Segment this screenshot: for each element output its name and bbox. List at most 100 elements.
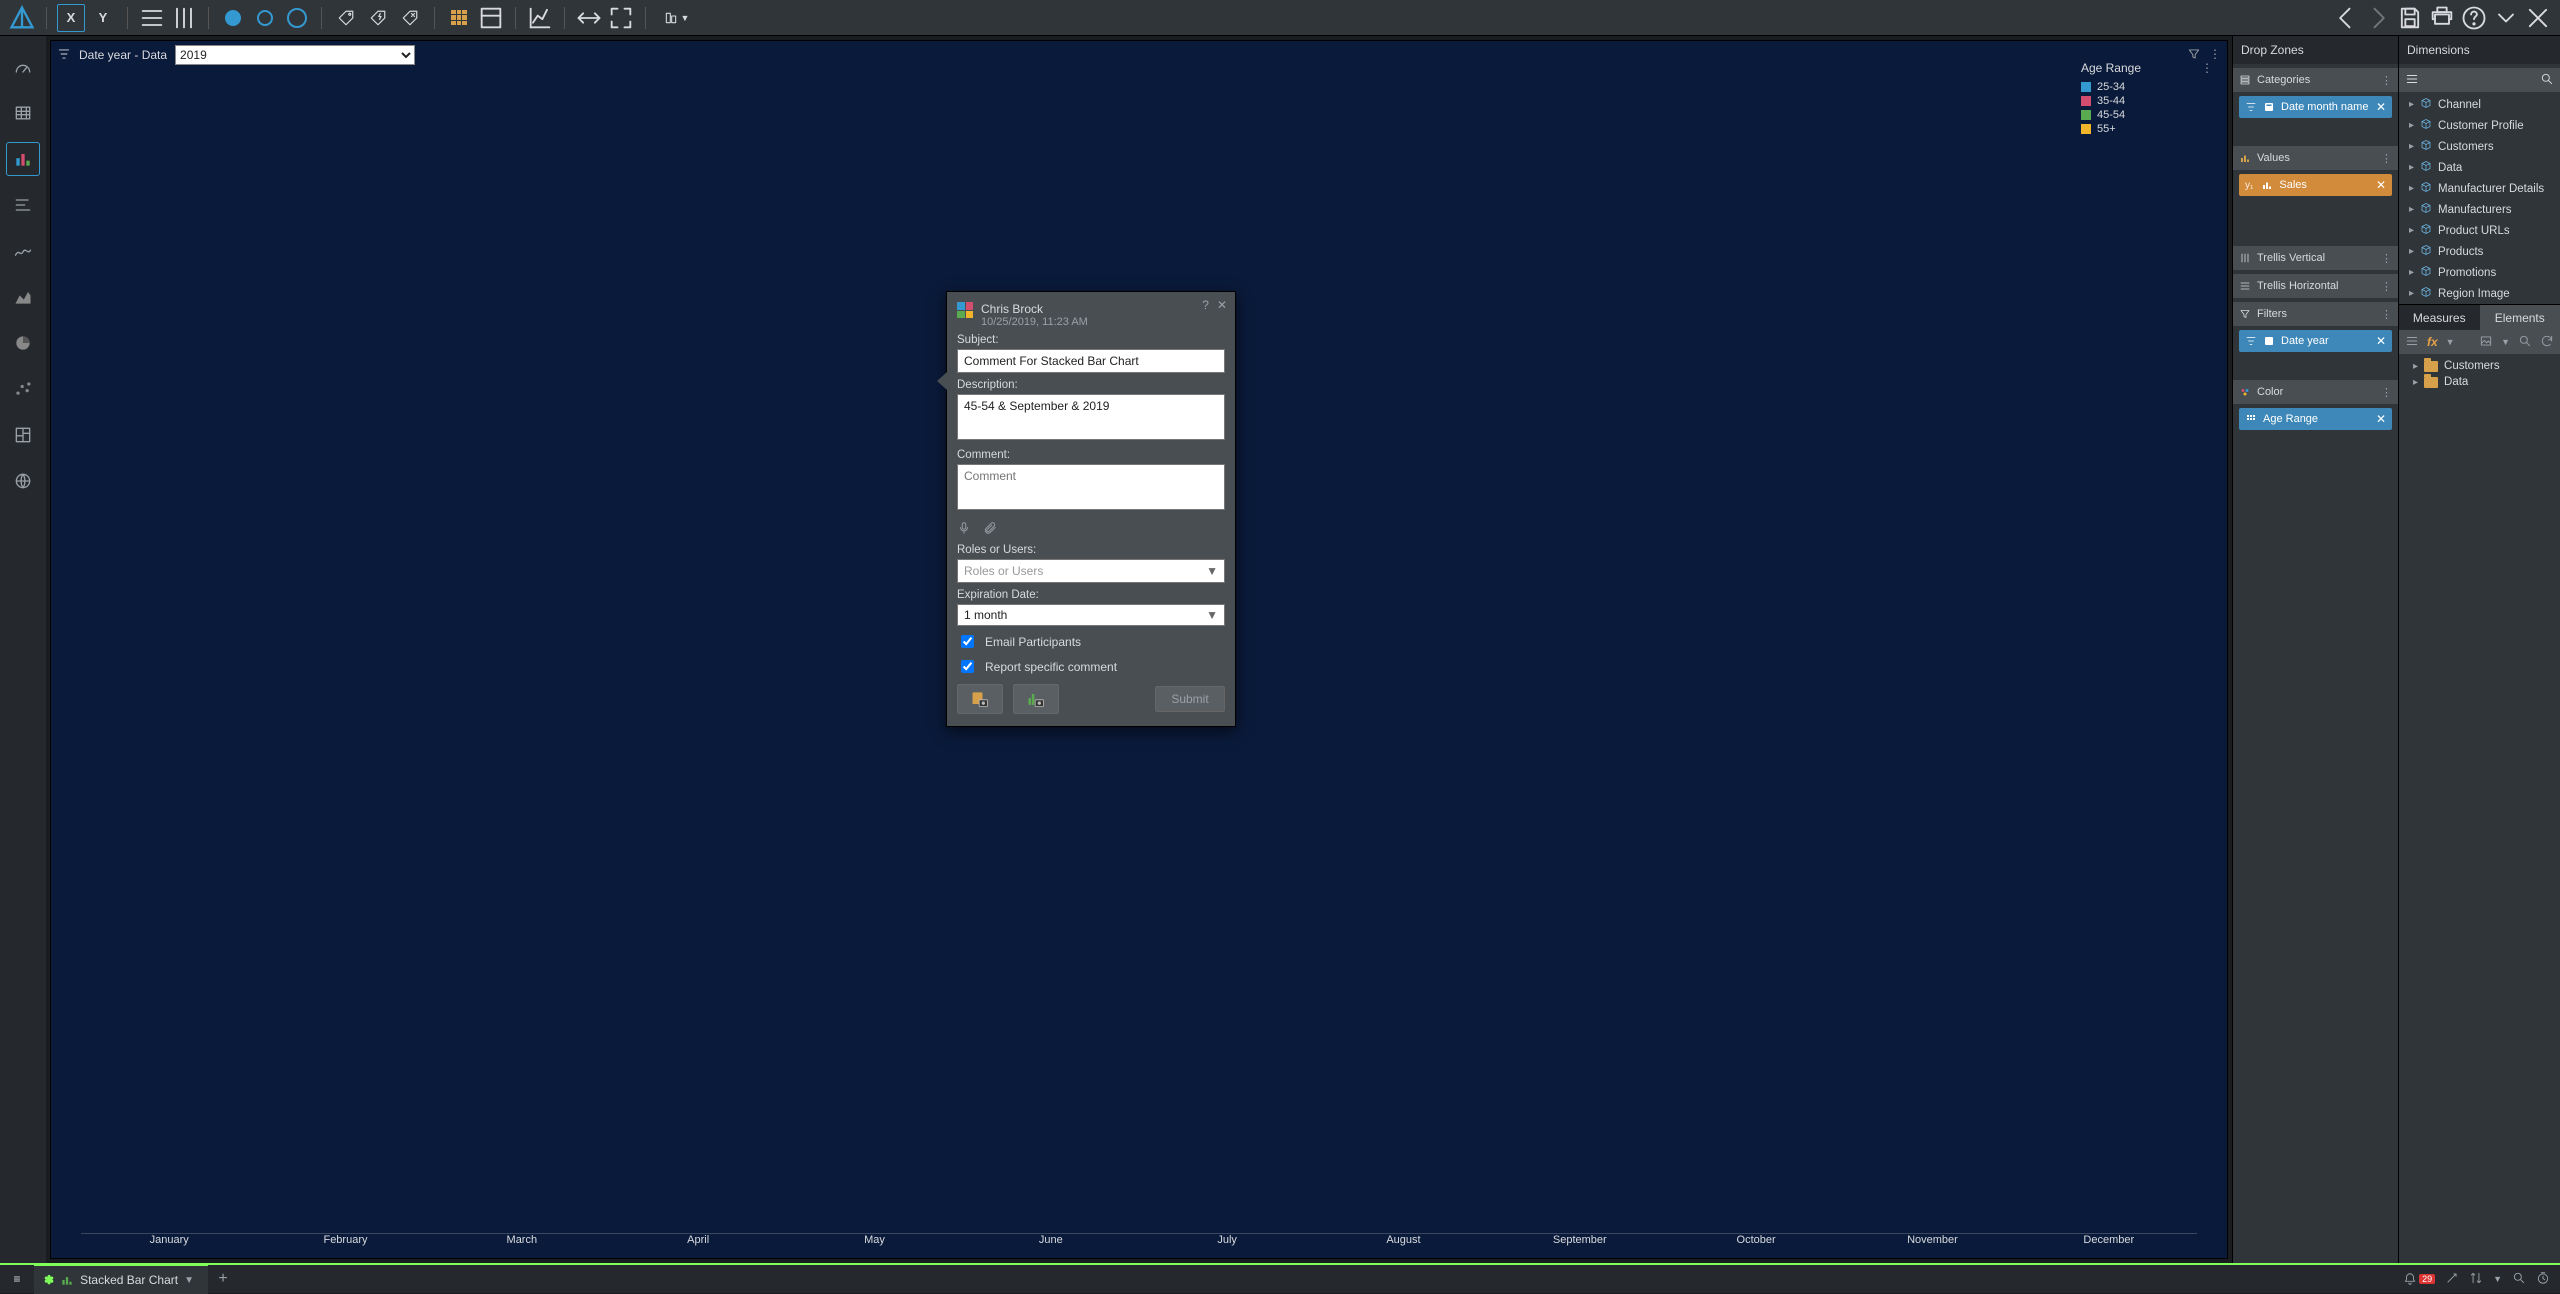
dz-color-chip[interactable]: Age Range✕: [2239, 408, 2392, 430]
dz-categories-chip[interactable]: Date month name✕: [2239, 96, 2392, 118]
dz-values-head[interactable]: Values⋮: [2233, 146, 2398, 170]
dimension-item[interactable]: ▸Customers: [2399, 136, 2560, 157]
axis-x-button[interactable]: X: [57, 4, 85, 32]
nav-line-icon[interactable]: [6, 234, 40, 268]
snapshot-data-button[interactable]: [957, 684, 1003, 714]
nav-back-icon[interactable]: [2332, 4, 2360, 32]
popup-help-icon[interactable]: ?: [1202, 298, 1209, 312]
el-image-icon[interactable]: [2479, 334, 2493, 351]
dim-search-icon[interactable]: [2540, 72, 2554, 89]
workspace: Date year - Data 2019 ⋮ Age Range ⋮ 25-3…: [0, 36, 2560, 1263]
dimension-item[interactable]: ▸Promotions: [2399, 262, 2560, 283]
list-icon[interactable]: [138, 4, 166, 32]
comment-input[interactable]: [957, 464, 1225, 510]
attach-icon[interactable]: [983, 521, 997, 538]
dimension-item[interactable]: ▸Region Image: [2399, 283, 2560, 304]
description-input[interactable]: [957, 394, 1225, 440]
dz-trellis-h-head[interactable]: Trellis Horizontal⋮: [2233, 274, 2398, 298]
frame-tool-icon[interactable]: [477, 4, 505, 32]
nav-area-icon[interactable]: [6, 280, 40, 314]
dz-filters-head[interactable]: Filters⋮: [2233, 302, 2398, 326]
axis-y-button[interactable]: Y: [89, 4, 117, 32]
legend-swatch: [2081, 82, 2091, 92]
status-search-icon[interactable]: [2512, 1271, 2526, 1288]
nav-pie-icon[interactable]: [6, 326, 40, 360]
print-icon[interactable]: [2428, 4, 2456, 32]
nav-globe-icon[interactable]: [6, 464, 40, 498]
close-app-icon[interactable]: [2524, 4, 2552, 32]
el-image-chevron-icon[interactable]: ▼: [2501, 337, 2510, 347]
submit-button[interactable]: Submit: [1155, 686, 1225, 712]
dimension-item[interactable]: ▸Channel: [2399, 94, 2560, 115]
dimension-label: Manufacturer Details: [2438, 183, 2544, 195]
dimension-item[interactable]: ▸Data: [2399, 157, 2560, 178]
nav-bar-icon[interactable]: [6, 142, 40, 176]
nav-table-icon[interactable]: [6, 96, 40, 130]
year-select[interactable]: 2019: [175, 45, 415, 65]
el-fx-icon[interactable]: fx: [2427, 335, 2438, 349]
elements-tab[interactable]: Elements: [2480, 305, 2560, 330]
sheet-tab-chevron-icon[interactable]: ▼: [184, 1275, 194, 1286]
email-participants-checkbox[interactable]: [961, 635, 974, 648]
legend-item[interactable]: 25-34: [2081, 81, 2213, 93]
align-dropdown-icon[interactable]: ▼: [656, 4, 696, 32]
dz-filters-chip[interactable]: Date year✕: [2239, 330, 2392, 352]
add-sheet-button[interactable]: +: [208, 1270, 238, 1288]
nav-gauge-icon[interactable]: [6, 50, 40, 84]
legend-item[interactable]: 35-44: [2081, 95, 2213, 107]
dimension-item[interactable]: ▸Customer Profile: [2399, 115, 2560, 136]
el-refresh-icon[interactable]: [2540, 334, 2554, 351]
element-tree-item[interactable]: ▸Customers: [2399, 358, 2560, 374]
status-notif-icon[interactable]: 29: [2403, 1272, 2435, 1286]
dimension-item[interactable]: ▸Products: [2399, 241, 2560, 262]
el-search-icon[interactable]: [2518, 334, 2532, 351]
dim-list-icon[interactable]: [2405, 72, 2419, 89]
legend-item[interactable]: 55+: [2081, 123, 2213, 135]
status-wand-icon[interactable]: [2445, 1271, 2459, 1288]
tag-add-icon[interactable]: [332, 4, 360, 32]
save-icon[interactable]: [2396, 4, 2424, 32]
dimension-item[interactable]: ▸Manufacturer Details: [2399, 178, 2560, 199]
element-tree-item[interactable]: ▸Data: [2399, 374, 2560, 390]
tag-remove-icon[interactable]: [396, 4, 424, 32]
point-outline-icon[interactable]: [251, 4, 279, 32]
sheet-tab[interactable]: ✽ Stacked Bar Chart ▼: [34, 1264, 208, 1294]
cube-icon: [2420, 160, 2432, 175]
grid-tool-icon[interactable]: [445, 4, 473, 32]
tag-flash-icon[interactable]: [364, 4, 392, 32]
dimension-item[interactable]: ▸Product URLs: [2399, 220, 2560, 241]
legend-more-icon[interactable]: ⋮: [2201, 61, 2213, 75]
snapshot-chart-button[interactable]: [1013, 684, 1059, 714]
dimension-item[interactable]: ▸Manufacturers: [2399, 199, 2560, 220]
el-list-icon[interactable]: [2405, 334, 2419, 351]
point-fill-icon[interactable]: [219, 4, 247, 32]
fit-width-icon[interactable]: [575, 4, 603, 32]
el-fx-chevron-icon[interactable]: ▼: [2446, 337, 2455, 347]
fit-screen-icon[interactable]: [607, 4, 635, 32]
menu-chevron-icon[interactable]: [2492, 4, 2520, 32]
dz-color-head[interactable]: Color⋮: [2233, 380, 2398, 404]
nav-hbar-icon[interactable]: [6, 188, 40, 222]
legend-item[interactable]: 45-54: [2081, 109, 2213, 121]
roles-select[interactable]: Roles or Users▼: [957, 559, 1225, 583]
mic-icon[interactable]: [957, 521, 971, 538]
measures-tab[interactable]: Measures: [2399, 305, 2480, 330]
status-timer-icon[interactable]: [2536, 1271, 2550, 1288]
status-chevron-icon[interactable]: ▼: [2493, 1274, 2502, 1284]
expiration-select[interactable]: 1 month▼: [957, 604, 1225, 626]
dz-values-chip[interactable]: y₁ Sales✕: [2239, 174, 2392, 196]
nav-scatter-icon[interactable]: [6, 372, 40, 406]
dz-trellis-v-head[interactable]: Trellis Vertical⋮: [2233, 246, 2398, 270]
dz-categories-head[interactable]: Categories⋮: [2233, 68, 2398, 92]
chart-line-icon[interactable]: [526, 4, 554, 32]
report-specific-checkbox[interactable]: [961, 660, 974, 673]
nav-forward-icon[interactable]: [2364, 4, 2392, 32]
columns-icon[interactable]: [170, 4, 198, 32]
subject-input[interactable]: [957, 349, 1225, 373]
nav-treemap-icon[interactable]: [6, 418, 40, 452]
status-sort-icon[interactable]: [2469, 1271, 2483, 1288]
point-large-icon[interactable]: [283, 4, 311, 32]
bottom-menu-icon[interactable]: ≡: [0, 1272, 34, 1286]
popup-close-icon[interactable]: ✕: [1217, 298, 1227, 312]
help-icon[interactable]: [2460, 4, 2488, 32]
